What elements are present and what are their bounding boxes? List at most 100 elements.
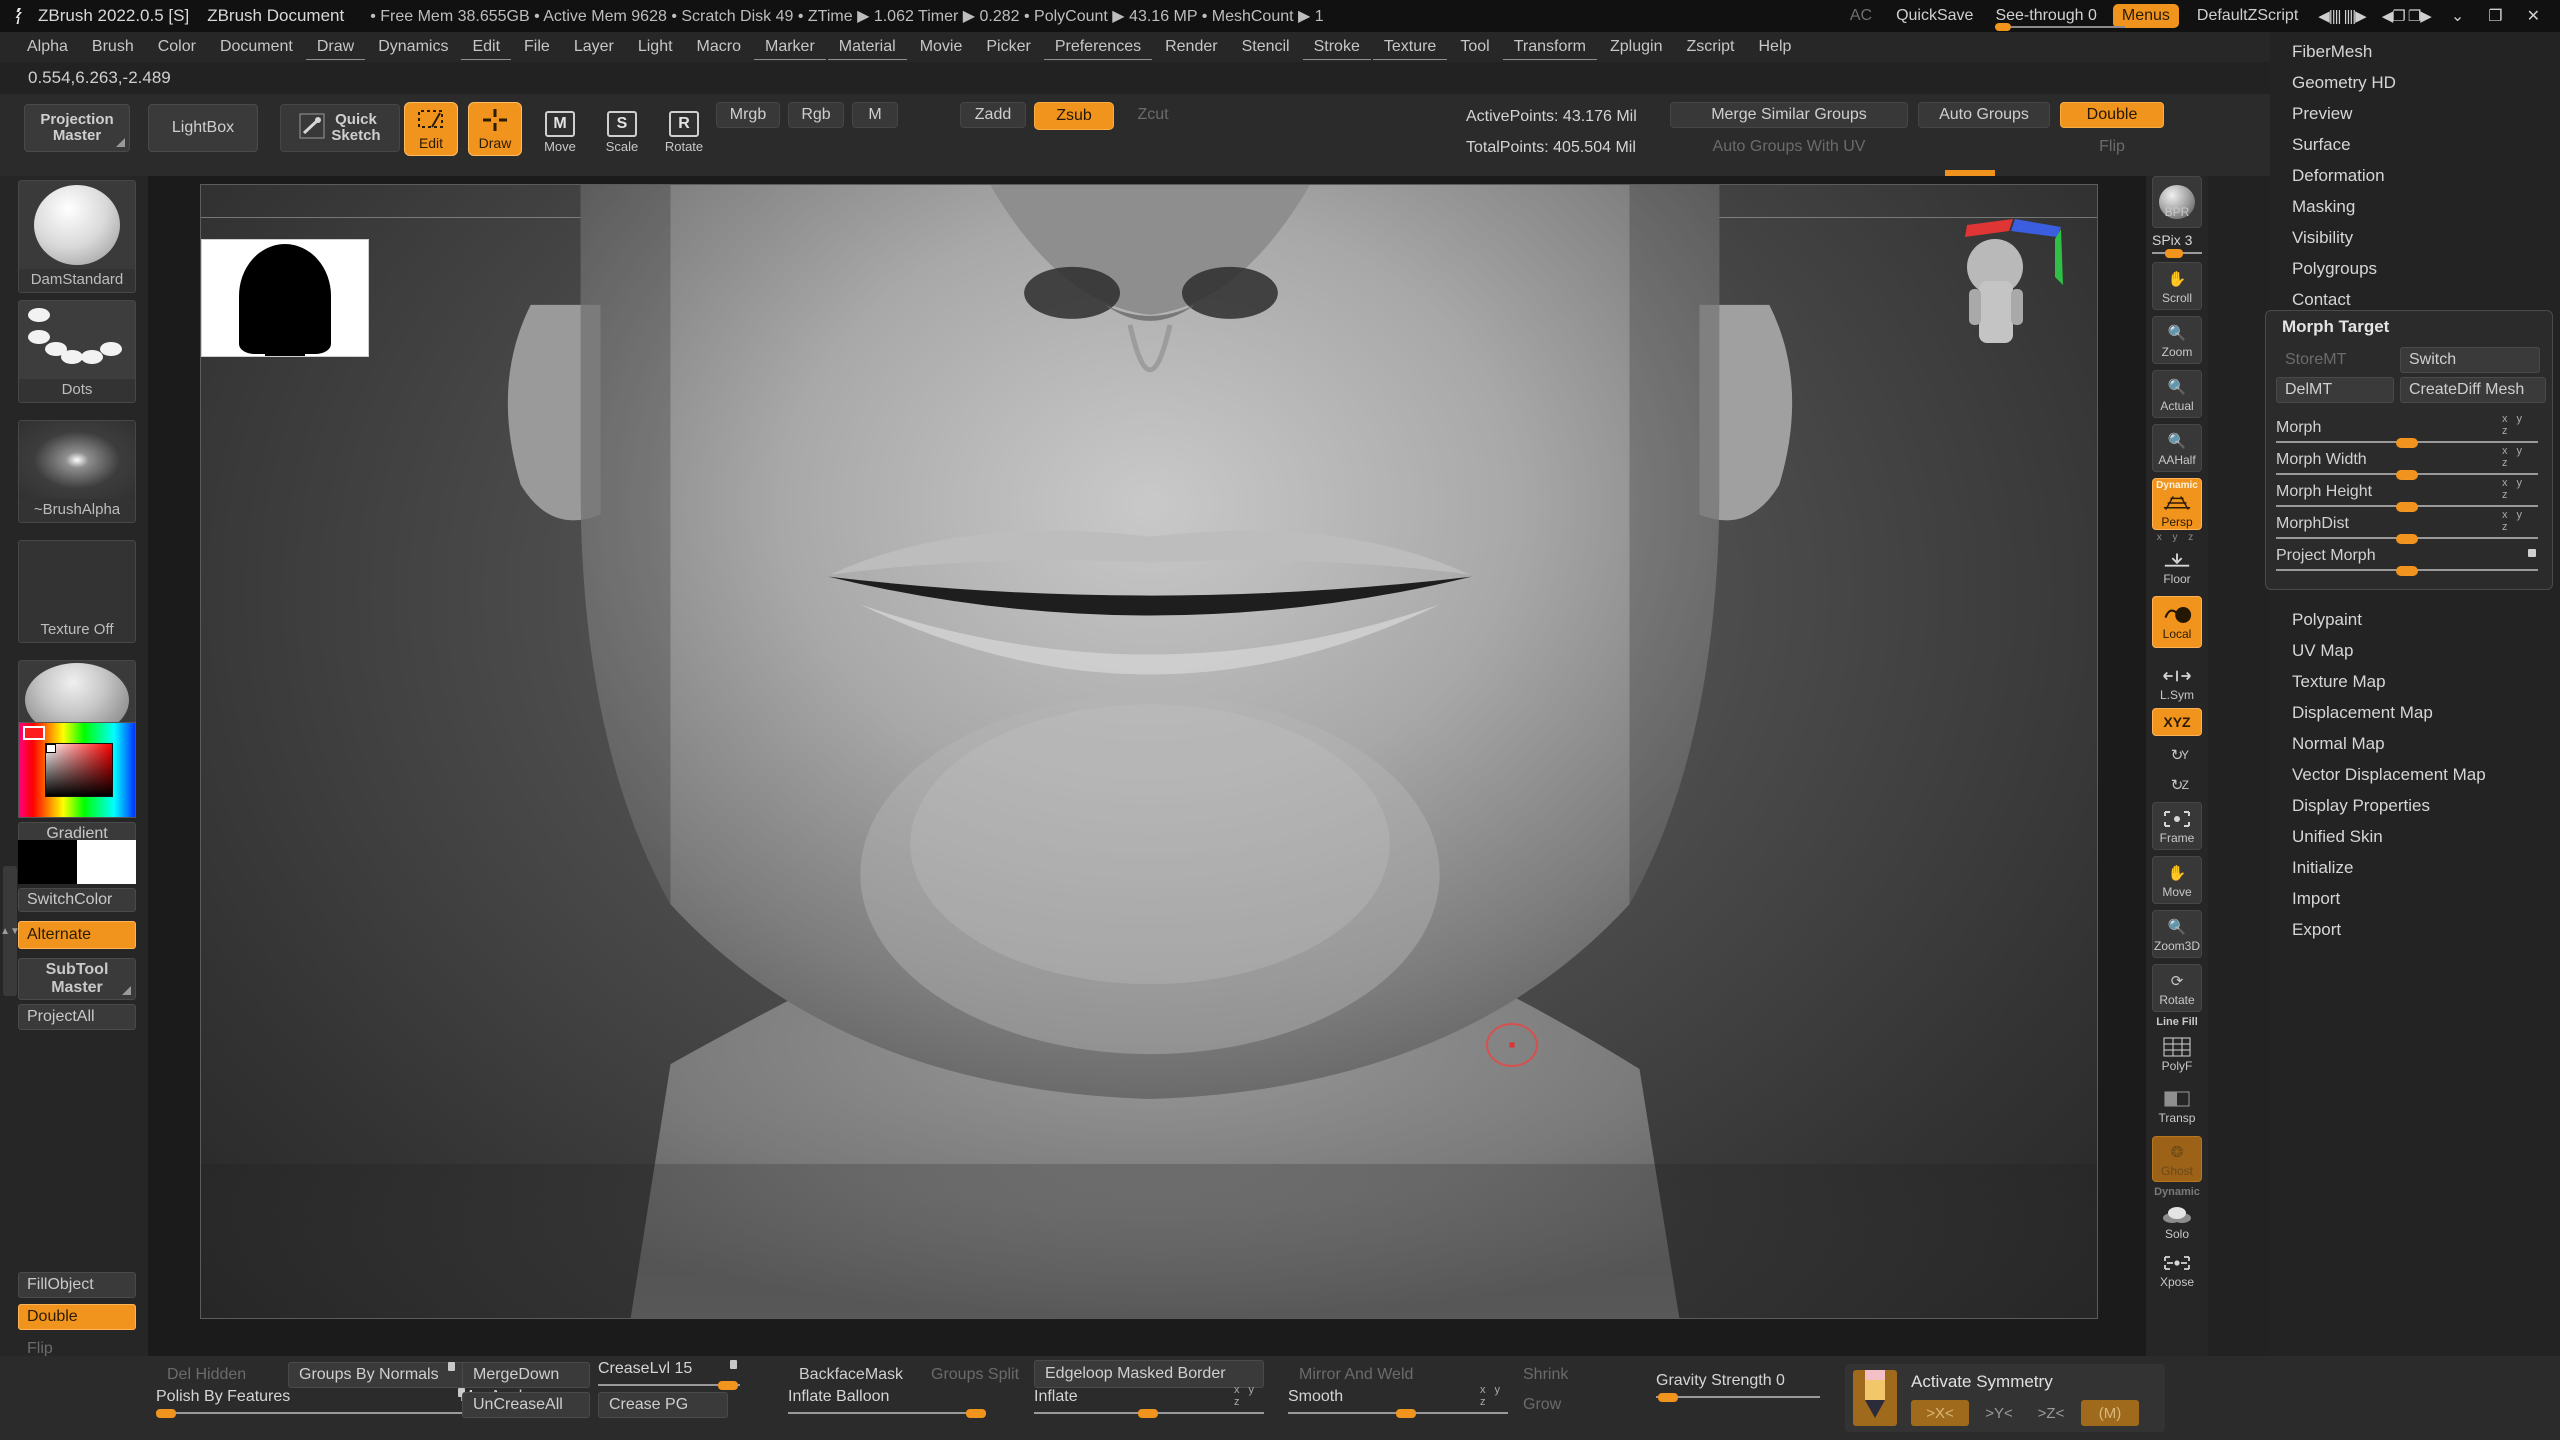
menu-brush[interactable]: Brush (81, 35, 145, 60)
zsub-button[interactable]: Zsub (1034, 102, 1114, 130)
stroke-swatch[interactable]: Dots (18, 300, 136, 403)
document-canvas[interactable] (200, 184, 2098, 1319)
menus-toggle-button[interactable]: Menus (2112, 4, 2179, 28)
inflate-slider[interactable]: Inflate x y z (1034, 1384, 1264, 1418)
menu-zplugin[interactable]: Zplugin (1599, 35, 1673, 60)
menu-marker[interactable]: Marker (754, 35, 826, 60)
menu-transform[interactable]: Transform (1502, 35, 1597, 60)
tool-section-unified-skin[interactable]: Unified Skin (2276, 821, 2554, 852)
minimize-icon[interactable]: ⌄ (2439, 6, 2476, 26)
rotate-y-button[interactable]: ↻ Y (2152, 742, 2202, 768)
palette-collapse-handle[interactable]: ▲▼ (0, 866, 20, 996)
morph-width-slider[interactable]: Morph Width x y z (2276, 445, 2538, 480)
close-icon[interactable]: ✕ (2515, 6, 2552, 26)
solo-button[interactable]: Solo (2152, 1200, 2202, 1244)
see-through-slider[interactable]: See-through 0 (1985, 0, 2126, 32)
menu-tool[interactable]: Tool (1449, 35, 1500, 60)
color-picker[interactable] (18, 722, 136, 818)
tool-section-visibility[interactable]: Visibility (2276, 222, 2554, 253)
tool-section-deformation[interactable]: Deformation (2276, 160, 2554, 191)
aahalf-button[interactable]: 🔍 AAHalf (2152, 424, 2202, 472)
mirror-and-weld-button[interactable]: Mirror And Weld (1288, 1362, 1460, 1388)
lsym-button[interactable]: L.Sym (2152, 662, 2202, 704)
menu-stroke[interactable]: Stroke (1302, 35, 1371, 60)
shelf-flip-button[interactable]: Flip (2060, 134, 2164, 160)
menu-document[interactable]: Document (209, 35, 304, 60)
tool-section-surface[interactable]: Surface (2276, 129, 2554, 160)
backface-mask-button[interactable]: BackfaceMask (788, 1362, 936, 1388)
switch-mt-button[interactable]: Switch (2400, 347, 2540, 373)
shrink-button[interactable]: Shrink (1512, 1362, 1624, 1388)
menu-material[interactable]: Material (827, 35, 907, 60)
zoom-button[interactable]: 🔍 Zoom (2152, 316, 2202, 364)
perspective-button[interactable]: Dynamic Persp (2152, 478, 2202, 530)
transparency-button[interactable]: Transp (2152, 1082, 2202, 1130)
tool-section-display-properties[interactable]: Display Properties (2276, 790, 2554, 821)
sculpt-model[interactable] (201, 185, 2097, 1319)
bpr-render-button[interactable]: BPR (2152, 176, 2202, 228)
grow-button[interactable]: Grow (1512, 1392, 1624, 1418)
menu-picker[interactable]: Picker (975, 35, 1041, 60)
gravity-strength-slider[interactable]: Gravity Strength 0 (1656, 1372, 1820, 1402)
local-button[interactable]: Local (2152, 596, 2202, 648)
symmetry-m-button[interactable]: (M) (2081, 1400, 2139, 1426)
groups-split-button[interactable]: Groups Split (920, 1362, 1038, 1388)
tool-section-fibermesh[interactable]: FiberMesh (2276, 36, 2554, 67)
tool-section-geometry-hd[interactable]: Geometry HD (2276, 67, 2554, 98)
texture-swatch[interactable]: Texture Off (18, 540, 136, 643)
morph-slider[interactable]: Morph x y z (2276, 413, 2538, 448)
crease-level-slider[interactable]: CreaseLvl 15 (598, 1360, 740, 1390)
frame-button[interactable]: Frame (2152, 802, 2202, 850)
quick-sketch-button[interactable]: Quick Sketch (280, 104, 400, 152)
crease-level-dot-icon[interactable] (730, 1360, 737, 1369)
menu-preferences[interactable]: Preferences (1043, 35, 1153, 60)
auto-groups-with-uv-button[interactable]: Auto Groups With UV (1670, 134, 1908, 160)
tool-section-polygroups[interactable]: Polygroups (2276, 253, 2554, 284)
tool-section-export[interactable]: Export (2276, 914, 2554, 945)
tool-section-vector-displacement-map[interactable]: Vector Displacement Map (2276, 759, 2554, 790)
tool-section-import[interactable]: Import (2276, 883, 2554, 914)
menu-texture[interactable]: Texture (1372, 35, 1448, 60)
rotate-tool-button[interactable]: R Rotate (658, 102, 710, 154)
actual-size-button[interactable]: 🔍 Actual (2152, 370, 2202, 418)
tool-section-initialize[interactable]: Initialize (2276, 852, 2554, 883)
tool-section-masking[interactable]: Masking (2276, 191, 2554, 222)
tool-section-polypaint[interactable]: Polypaint (2276, 604, 2554, 635)
primary-secondary-color[interactable] (18, 840, 136, 884)
tool-section-normal-map[interactable]: Normal Map (2276, 728, 2554, 759)
auto-groups-button[interactable]: Auto Groups (1918, 102, 2050, 128)
inflate-balloon-slider[interactable]: Inflate Balloon (788, 1388, 986, 1418)
menu-file[interactable]: File (513, 35, 561, 60)
project-morph-slider[interactable]: Project Morph (2276, 547, 2538, 576)
spix-slider[interactable]: SPix 3 (2152, 232, 2202, 258)
menu-stencil[interactable]: Stencil (1231, 35, 1301, 60)
fill-object-button[interactable]: FillObject (18, 1272, 136, 1298)
crease-pg-button[interactable]: Crease PG (598, 1392, 728, 1418)
menu-alpha[interactable]: Alpha (16, 35, 79, 60)
symmetry-z-button[interactable]: >Z< (2027, 1400, 2075, 1426)
xyz-rotate-button[interactable]: XYZ (2152, 708, 2202, 736)
rgb-button[interactable]: Rgb (788, 102, 844, 128)
projection-master-button[interactable]: Projection Master (24, 104, 130, 152)
menu-help[interactable]: Help (1747, 35, 1802, 60)
store-mt-button[interactable]: StoreMT (2276, 347, 2394, 373)
zcut-button[interactable]: Zcut (1122, 102, 1184, 128)
canvas-area[interactable] (148, 176, 2146, 1356)
subtool-master-button[interactable]: SubTool Master (18, 958, 136, 1000)
quicksave-button[interactable]: QuickSave (1884, 0, 1985, 32)
draw-button[interactable]: Draw (468, 102, 522, 156)
edit-button[interactable]: Edit (404, 102, 458, 156)
mrgb-button[interactable]: Mrgb (716, 102, 780, 128)
create-diff-mesh-button[interactable]: CreateDiff Mesh (2400, 377, 2546, 403)
shelf-double-button[interactable]: Double (2060, 102, 2164, 128)
rotate-view-button[interactable]: ⟳ Rotate (2152, 964, 2202, 1012)
lightbox-button[interactable]: LightBox (148, 104, 258, 152)
merge-down-button[interactable]: MergeDown (462, 1362, 590, 1388)
tray-toggle-icon[interactable]: ◀❐ ❐▶ (2374, 7, 2439, 25)
menu-draw[interactable]: Draw (305, 35, 366, 60)
secondary-color-swatch[interactable] (77, 840, 136, 884)
symmetry-y-button[interactable]: >Y< (1975, 1400, 2023, 1426)
menu-color[interactable]: Color (147, 35, 207, 60)
brush-swatch[interactable]: DamStandard (18, 180, 136, 293)
restore-icon[interactable]: ❐ (2476, 6, 2514, 26)
